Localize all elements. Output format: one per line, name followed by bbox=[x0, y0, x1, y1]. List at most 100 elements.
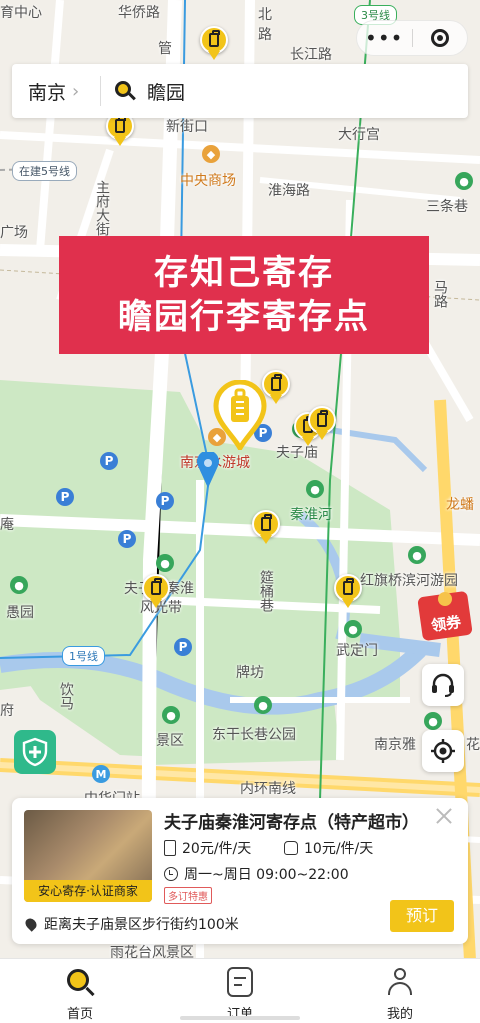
parking-icon: P bbox=[174, 638, 192, 656]
distance-text: 距离夫子庙景区步行街约100米 bbox=[44, 917, 239, 933]
close-miniprogram-button[interactable] bbox=[412, 29, 467, 47]
metro-station-icon: M bbox=[92, 765, 110, 783]
map-label: 愚园 bbox=[6, 605, 34, 621]
map-label: 庵 bbox=[0, 517, 14, 533]
store-photo: 安心寄存·认证商家 bbox=[24, 810, 152, 902]
distance-info: 距离夫子庙景区步行街约100米 bbox=[23, 914, 239, 934]
banner-line2: 瞻园行李寄存点 bbox=[118, 297, 370, 337]
store-title: 夫子庙秦淮河寄存点（特产超市） bbox=[164, 813, 419, 833]
clock-icon bbox=[164, 867, 178, 881]
selected-storage-marker[interactable] bbox=[212, 379, 268, 454]
map-label: 北 bbox=[258, 7, 272, 23]
park-icon: ● bbox=[156, 554, 174, 572]
parking-icon: P bbox=[100, 452, 118, 470]
chevron-right-icon: › bbox=[72, 80, 80, 102]
parking-icon: P bbox=[156, 492, 174, 510]
parking-icon: P bbox=[118, 530, 136, 548]
map-label: 新街口 bbox=[166, 119, 208, 135]
safety-shield-button[interactable] bbox=[14, 730, 56, 774]
bottom-tab-bar: 首页 订单 我的 bbox=[0, 958, 480, 1023]
search-bar: 南京 › 瞻园 bbox=[12, 64, 468, 118]
map-label: 饮马 bbox=[58, 682, 74, 710]
coupon-label: 领券 bbox=[429, 612, 463, 635]
more-menu-button[interactable]: ••• bbox=[357, 20, 412, 56]
map-label: 龙蟠 bbox=[446, 497, 474, 513]
city-selector[interactable]: 南京 › bbox=[12, 78, 100, 105]
search-input[interactable]: 瞻园 bbox=[147, 78, 185, 105]
price-large-text: 20元/件/天 bbox=[182, 841, 252, 857]
park-icon: ● bbox=[344, 620, 362, 638]
promo-banner: 存知己寄存 瞻园行李寄存点 bbox=[59, 236, 429, 354]
metro-line-badge: 1号线 bbox=[62, 646, 105, 666]
map-label: 景区 bbox=[156, 733, 184, 749]
customer-service-button[interactable] bbox=[422, 664, 464, 706]
certified-badge: 安心寄存·认证商家 bbox=[24, 880, 152, 902]
miniprogram-capsule: ••• bbox=[356, 20, 468, 56]
headset-icon bbox=[432, 673, 454, 697]
search-divider bbox=[100, 76, 101, 106]
storage-location-pin[interactable] bbox=[252, 510, 280, 546]
park-icon: ● bbox=[306, 480, 324, 498]
map-label: 红旗桥滨河游园 bbox=[360, 573, 458, 589]
locate-me-button[interactable] bbox=[422, 730, 464, 772]
order-list-icon bbox=[227, 967, 253, 997]
storage-info-card[interactable]: 安心寄存·认证商家 夫子庙秦淮河寄存点（特产超市） 20元/件/天 10元/件/… bbox=[12, 798, 468, 944]
backpack-icon bbox=[284, 841, 298, 855]
location-pin-icon bbox=[23, 916, 39, 932]
map-label: 马路 bbox=[432, 280, 448, 308]
storage-location-pin[interactable] bbox=[200, 26, 228, 62]
park-icon: ● bbox=[424, 712, 442, 730]
map-label: 东干长巷公园 bbox=[212, 727, 296, 743]
search-icon bbox=[115, 81, 136, 101]
promo-tag: 多订特惠 bbox=[164, 887, 212, 904]
map-label: 大行宫 bbox=[338, 127, 380, 143]
user-location-icon bbox=[197, 452, 219, 488]
map-label: 武定门 bbox=[336, 643, 378, 659]
map-label: 管 bbox=[158, 41, 172, 57]
storage-location-pin[interactable] bbox=[142, 574, 170, 610]
park-icon: ● bbox=[408, 546, 426, 564]
map-label: 牌坊 bbox=[236, 665, 264, 681]
metro-line-badge: 在建5号线 bbox=[12, 161, 77, 181]
shield-icon bbox=[22, 737, 48, 767]
map-label: 中央商场 bbox=[180, 173, 236, 189]
map-label: 三条巷 bbox=[426, 199, 468, 215]
banner-line1: 存知己寄存 bbox=[154, 253, 334, 293]
coupon-button[interactable]: 领券 bbox=[417, 588, 480, 642]
storage-location-pin[interactable] bbox=[334, 574, 362, 610]
tab-label: 我的 bbox=[386, 1007, 413, 1022]
home-indicator bbox=[180, 1016, 300, 1020]
map-label: 筵桶巷 bbox=[258, 570, 274, 612]
park-icon: ● bbox=[254, 696, 272, 714]
map-label: 花 bbox=[466, 737, 480, 753]
storage-location-pin[interactable] bbox=[308, 406, 336, 442]
map-label: 华侨路 bbox=[118, 5, 160, 21]
map-label: 广场 bbox=[0, 225, 28, 241]
mall-icon: ◆ bbox=[202, 145, 220, 163]
price-small-text: 10元/件/天 bbox=[304, 841, 374, 857]
user-icon bbox=[386, 967, 414, 997]
map-label: 府 bbox=[0, 703, 14, 719]
book-button[interactable]: 预订 bbox=[390, 900, 454, 932]
crosshair-icon bbox=[431, 739, 455, 763]
map-label: 淮海路 bbox=[268, 183, 310, 199]
tab-profile[interactable]: 我的 bbox=[320, 959, 480, 1023]
park-icon: ● bbox=[455, 172, 473, 190]
park-icon: ● bbox=[10, 576, 28, 594]
tab-orders[interactable]: 订单 bbox=[160, 959, 320, 1023]
map-label: 南京雅 bbox=[374, 737, 416, 753]
coin-icon bbox=[438, 592, 452, 606]
map-label: 长江路 bbox=[290, 47, 332, 63]
map-label: 内环南线 bbox=[240, 781, 296, 797]
tab-label: 首页 bbox=[66, 1007, 93, 1022]
park-icon: ● bbox=[162, 706, 180, 724]
map-label: 育中心 bbox=[0, 5, 42, 21]
price-large-luggage: 20元/件/天 bbox=[164, 838, 251, 858]
hours-text: 周一~周日 09:00~22:00 bbox=[184, 867, 349, 883]
opening-hours: 周一~周日 09:00~22:00 bbox=[164, 864, 349, 884]
close-circle-icon bbox=[430, 29, 449, 47]
search-icon bbox=[65, 967, 95, 997]
close-card-button[interactable] bbox=[434, 806, 454, 826]
tab-home[interactable]: 首页 bbox=[0, 959, 160, 1023]
city-name: 南京 bbox=[28, 81, 67, 104]
